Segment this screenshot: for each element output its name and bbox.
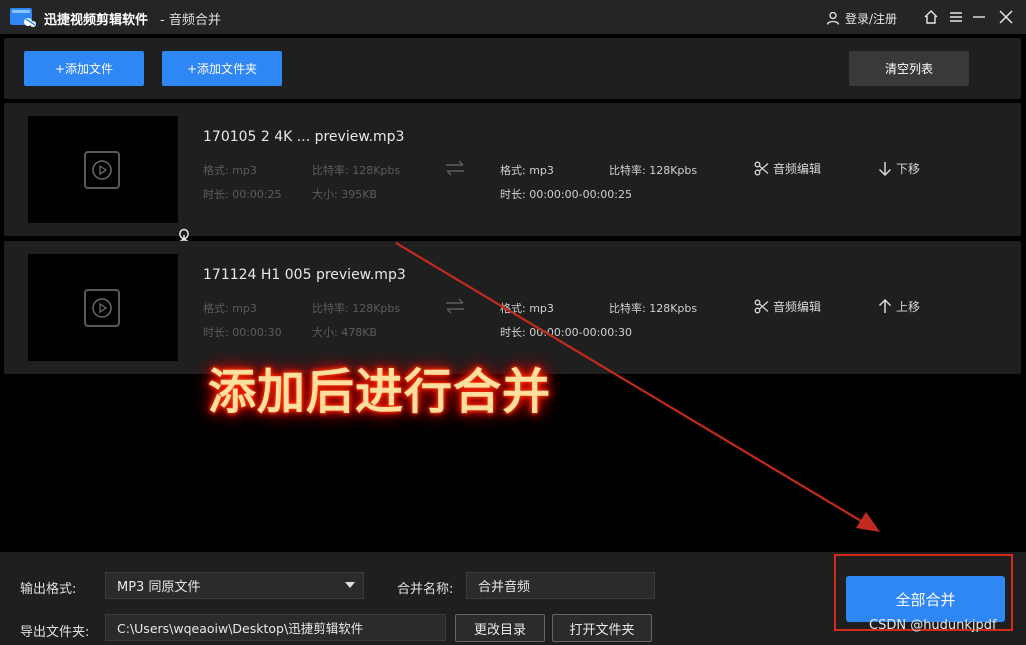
scissors-icon [754,161,769,176]
source-duration: 时长: 00:00:25 [203,188,282,201]
play-preview-button[interactable] [84,289,120,327]
convert-arrows-icon [446,298,464,314]
audio-edit-label: 音频编辑 [773,300,822,314]
play-preview-button[interactable] [84,151,120,189]
close-button[interactable] [997,8,1015,26]
audio-edit-button[interactable]: 音频编辑 [754,160,821,177]
output-bitrate: 比特率: 128Kpbs [609,164,698,177]
thumbnail [28,116,178,223]
output-bitrate: 比特率: 128Kpbs [609,302,698,315]
clear-list-button[interactable]: 清空列表 [849,51,969,86]
output-duration: 时长: 00:00:00-00:00:30 [500,326,632,339]
title-bar: 迅捷视频剪辑软件 - 音频合并 登录/注册 [0,0,1026,34]
app-window: 迅捷视频剪辑软件 - 音频合并 登录/注册 +添加文件 +添加文件夹 清空列表 … [0,0,1026,645]
source-duration: 时长: 00:00:30 [203,326,282,339]
export-folder-label: 导出文件夹: [20,625,90,640]
scissors-icon [754,299,769,314]
source-format: 格式: mp3 [203,164,257,177]
file-name: 171124 H1 005 preview.mp3 [203,267,406,283]
add-file-button[interactable]: +添加文件 [24,51,144,86]
source-size: 大小: 395KB [312,188,377,201]
dropdown-arrow-icon [345,582,355,588]
arrow-up-icon [878,299,892,313]
source-format: 格式: mp3 [203,302,257,315]
minimize-button[interactable] [970,8,988,26]
arrow-down-icon [878,162,892,176]
window-subtitle: - 音频合并 [160,13,221,28]
annotation-text: 添加后进行合并 [208,364,552,420]
change-directory-button[interactable]: 更改目录 [455,614,545,642]
open-folder-button[interactable]: 打开文件夹 [552,614,652,642]
file-toolbar: +添加文件 +添加文件夹 清空列表 [4,38,1021,99]
move-down-label: 下移 [896,162,921,176]
output-format-select[interactable]: MP3 同原文件 [105,572,364,599]
merge-name-input[interactable]: 合并音频 [466,572,655,599]
move-up-button[interactable]: 上移 [878,298,920,315]
convert-arrows-icon [446,160,464,176]
output-format-value: MP3 同原文件 [117,580,201,595]
move-down-button[interactable]: 下移 [878,160,920,177]
home-icon [924,10,938,24]
close-icon [999,10,1013,24]
output-format: 格式: mp3 [500,302,554,315]
output-duration: 时长: 00:00:00-00:00:25 [500,188,632,201]
thumbnail [28,254,178,361]
export-folder-path[interactable]: C:\Users\wqeaoiw\Desktop\迅捷剪辑软件 [105,614,446,641]
minimize-icon [973,16,985,18]
user-icon [826,11,840,25]
app-logo-icon [10,8,36,27]
source-bitrate: 比特率: 128Kpbs [312,302,401,315]
output-format-label: 输出格式: [20,582,77,597]
menu-icon [950,12,962,22]
play-icon [92,160,112,180]
audio-edit-button[interactable]: 音频编辑 [754,298,821,315]
file-name: 170105 2 4K ... preview.mp3 [203,129,405,145]
login-button[interactable]: 登录/注册 [826,9,897,27]
merge-name-label: 合并名称: [397,582,454,597]
watermark: CSDN @hudunkjpdf [869,618,997,633]
source-bitrate: 比特率: 128Kpbs [312,164,401,177]
menu-button[interactable] [947,8,965,26]
home-button[interactable] [922,8,940,26]
audio-edit-label: 音频编辑 [773,162,822,176]
file-row: 170105 2 4K ... preview.mp3 格式: mp3 比特率:… [4,103,1021,236]
app-title: 迅捷视频剪辑软件 [44,13,149,28]
source-size: 大小: 478KB [312,326,377,339]
move-up-label: 上移 [896,300,921,314]
login-label: 登录/注册 [845,11,898,26]
play-icon [92,298,112,318]
add-folder-button[interactable]: +添加文件夹 [162,51,282,86]
output-format: 格式: mp3 [500,164,554,177]
